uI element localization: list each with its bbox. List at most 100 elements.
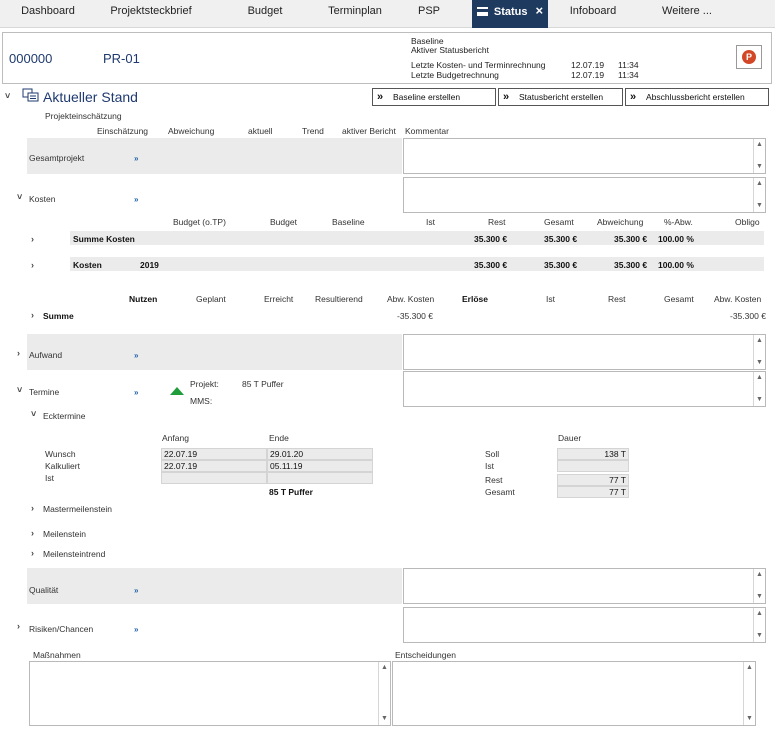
- kosten-row-gesamt: 35.300 €: [544, 260, 578, 270]
- dauer-gesamt-label: Gesamt: [485, 487, 515, 497]
- massnahmen-textarea[interactable]: ▲ ▼: [29, 661, 391, 726]
- scroll-up-icon[interactable]: ▲: [754, 178, 765, 190]
- termine-mms-label: MMS:: [190, 396, 213, 406]
- qualitaet-label: Qualität: [29, 585, 59, 595]
- ist-anfang: [161, 472, 267, 484]
- scrollbar[interactable]: ▲ ▼: [753, 178, 765, 212]
- scroll-down-icon[interactable]: ▼: [379, 713, 390, 725]
- kosten-collapse-icon[interactable]: ˅: [17, 192, 22, 202]
- scroll-up-icon[interactable]: ▲: [754, 608, 765, 620]
- scrollbar[interactable]: ▲ ▼: [378, 662, 390, 725]
- scroll-up-icon[interactable]: ▲: [379, 662, 390, 674]
- scroll-down-icon[interactable]: ▼: [754, 161, 765, 173]
- expand-icon[interactable]: ›: [31, 503, 34, 513]
- tab-budget[interactable]: Budget: [206, 0, 324, 28]
- summe-kosten-label: Summe Kosten: [73, 234, 135, 244]
- section-title: Aktueller Stand: [43, 89, 138, 105]
- soll-value: 138 T: [557, 448, 629, 460]
- scroll-down-icon[interactable]: ▼: [754, 394, 765, 406]
- benefit-col-erloese: Erlöse: [462, 294, 488, 304]
- expand-icon[interactable]: ›: [31, 310, 34, 320]
- tab-infoboard[interactable]: Infoboard: [548, 0, 638, 28]
- tab-weitere[interactable]: Weitere ...: [638, 0, 736, 28]
- risiken-more-link[interactable]: »: [134, 625, 138, 634]
- ecktermine-label: Ecktermine: [43, 411, 86, 421]
- scroll-up-icon[interactable]: ▲: [754, 139, 765, 151]
- tab-status[interactable]: Status ×: [472, 0, 548, 28]
- col-einschaetzung: Einschätzung: [97, 126, 149, 136]
- expand-icon[interactable]: ›: [31, 234, 34, 244]
- last-budget-date: 12.07.19: [571, 70, 605, 80]
- expand-icon[interactable]: ›: [17, 621, 20, 631]
- aufwand-comment[interactable]: ▲ ▼: [403, 334, 766, 370]
- scroll-down-icon[interactable]: ▼: [754, 591, 765, 603]
- baseline-button-label: Baseline erstellen: [393, 92, 461, 102]
- cost-col-baseline: Baseline: [332, 217, 365, 227]
- dauer-rest-value: 77 T: [557, 474, 629, 486]
- scroll-down-icon[interactable]: ▼: [754, 630, 765, 642]
- baseline-button[interactable]: » Baseline erstellen: [372, 88, 496, 106]
- puffer-value: 85 T Puffer: [269, 487, 313, 497]
- tab-projektsteckbrief[interactable]: Projektsteckbrief: [96, 0, 206, 28]
- scroll-up-icon[interactable]: ▲: [744, 662, 755, 674]
- scroll-down-icon[interactable]: ▼: [754, 357, 765, 369]
- project-code: PR-01: [103, 51, 140, 66]
- aufwand-more-link[interactable]: »: [134, 351, 138, 360]
- gesamtprojekt-comment[interactable]: ▲ ▼: [403, 138, 766, 174]
- double-chevron-icon: »: [630, 91, 636, 103]
- scrollbar[interactable]: ▲ ▼: [753, 139, 765, 173]
- kosten-more-link[interactable]: »: [134, 195, 138, 204]
- tab-psp[interactable]: PSP: [386, 0, 472, 28]
- scroll-up-icon[interactable]: ▲: [754, 372, 765, 384]
- final-report-button[interactable]: » Abschlussbericht erstellen: [625, 88, 769, 106]
- tab-dashboard[interactable]: Dashboard: [0, 0, 96, 28]
- scrollbar[interactable]: ▲ ▼: [753, 608, 765, 642]
- cost-col-ist: Ist: [426, 217, 435, 227]
- kosten-label: Kosten: [29, 194, 56, 204]
- expand-icon[interactable]: ›: [31, 548, 34, 558]
- expand-icon[interactable]: ›: [31, 528, 34, 538]
- soll-label: Soll: [485, 449, 500, 459]
- qualitaet-comment[interactable]: ▲ ▼: [403, 568, 766, 604]
- expand-icon[interactable]: ›: [17, 348, 20, 358]
- scrollbar[interactable]: ▲ ▼: [753, 372, 765, 406]
- scroll-up-icon[interactable]: ▲: [754, 335, 765, 347]
- scroll-down-icon[interactable]: ▼: [754, 200, 765, 212]
- chevron-down-icon[interactable]: ˅: [5, 91, 10, 101]
- last-budget-time: 11:34: [618, 70, 639, 80]
- meilenstein-label[interactable]: Meilenstein: [43, 529, 86, 539]
- status-report-button-label: Statusbericht erstellen: [519, 92, 604, 102]
- gesamtprojekt-more-link[interactable]: »: [134, 154, 138, 163]
- benefit-col-erreicht: Erreicht: [264, 294, 294, 304]
- scroll-up-icon[interactable]: ▲: [754, 569, 765, 581]
- scroll-down-icon[interactable]: ▼: [744, 713, 755, 725]
- scrollbar[interactable]: ▲ ▼: [743, 662, 755, 725]
- termine-comment[interactable]: ▲ ▼: [403, 371, 766, 407]
- mastermeilenstein-label[interactable]: Mastermeilenstein: [43, 504, 112, 514]
- risiken-comment[interactable]: ▲ ▼: [403, 607, 766, 643]
- entscheidungen-textarea[interactable]: ▲ ▼: [392, 661, 756, 726]
- scrollbar[interactable]: ▲ ▼: [753, 569, 765, 603]
- gesamtprojekt-label: Gesamtprojekt: [29, 153, 85, 163]
- qualitaet-more-link[interactable]: »: [134, 586, 138, 595]
- status-report-button[interactable]: » Statusbericht erstellen: [498, 88, 623, 106]
- meilensteintrend-label[interactable]: Meilensteintrend: [43, 549, 105, 559]
- menu-icon[interactable]: [476, 7, 488, 16]
- ecktermine-collapse-icon[interactable]: ˅: [31, 409, 36, 419]
- col-aktuell: aktuell: [248, 126, 273, 136]
- scrollbar[interactable]: ▲ ▼: [753, 335, 765, 369]
- kosten-comment[interactable]: ▲ ▼: [403, 177, 766, 213]
- termine-more-link[interactable]: »: [134, 388, 138, 397]
- summe-kosten-gesamt: 35.300 €: [544, 234, 578, 244]
- dauer-rest-label: Rest: [485, 475, 503, 485]
- termine-collapse-icon[interactable]: ˅: [17, 385, 22, 395]
- close-icon[interactable]: ×: [536, 3, 544, 18]
- tab-terminplan[interactable]: Terminplan: [324, 0, 386, 28]
- expand-icon[interactable]: ›: [31, 260, 34, 270]
- assessment-title: Projekteinschätzung: [45, 111, 122, 121]
- kosten-row-pct: 100.00 %: [658, 260, 694, 270]
- powerpoint-icon[interactable]: [736, 45, 762, 69]
- termine-projekt-value: 85 T Puffer: [242, 379, 284, 389]
- risiken-label: Risiken/Chancen: [29, 624, 94, 634]
- wunsch-label: Wunsch: [45, 449, 76, 459]
